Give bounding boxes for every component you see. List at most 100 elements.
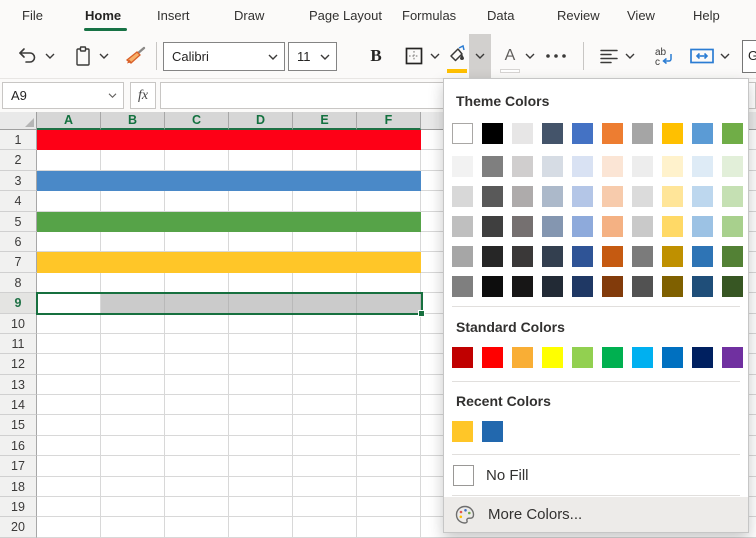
theme-color-swatch[interactable] [542,186,563,207]
cell-A16[interactable] [37,436,101,456]
cell-F8[interactable] [357,273,421,293]
font-name-combobox[interactable]: Calibri [163,42,285,71]
cell-E11[interactable] [293,334,357,354]
more-colors-option[interactable]: More Colors... [444,497,748,532]
theme-color-swatch[interactable] [632,123,653,144]
row-header-16[interactable]: 16 [0,436,37,456]
theme-color-swatch[interactable] [632,156,653,177]
theme-color-swatch[interactable] [452,216,473,237]
cell-C17[interactable] [165,456,229,476]
row-header-8[interactable]: 8 [0,273,37,293]
theme-color-swatch[interactable] [512,276,533,297]
cell-A8[interactable] [37,273,101,293]
column-header-B[interactable]: B [101,112,165,130]
theme-color-swatch[interactable] [662,216,683,237]
row-header-1[interactable]: 1 [0,130,37,150]
standard-color-swatch[interactable] [662,347,683,368]
cell-C9[interactable] [165,293,229,313]
cell-C4[interactable] [165,191,229,211]
cell-B17[interactable] [101,456,165,476]
cell-E15[interactable] [293,415,357,435]
row-header-5[interactable]: 5 [0,212,37,232]
merge-dropdown-chevron[interactable] [717,36,733,76]
theme-color-swatch[interactable] [482,276,503,297]
cell-A4[interactable] [37,191,101,211]
cell-F9[interactable] [357,293,421,313]
theme-color-swatch[interactable] [722,246,743,267]
cell-F20[interactable] [357,517,421,537]
theme-color-swatch[interactable] [572,156,593,177]
row-header-18[interactable]: 18 [0,477,37,497]
name-box[interactable]: A9 [2,82,124,109]
cell-E19[interactable] [293,497,357,517]
cell-E16[interactable] [293,436,357,456]
theme-color-swatch[interactable] [632,216,653,237]
theme-color-swatch[interactable] [572,276,593,297]
cell-D12[interactable] [229,354,293,374]
tab-insert[interactable]: Insert [157,8,190,23]
cell-C12[interactable] [165,354,229,374]
tab-file[interactable]: File [22,8,43,23]
theme-color-swatch[interactable] [692,216,713,237]
standard-color-swatch[interactable] [572,347,593,368]
cell-D17[interactable] [229,456,293,476]
theme-color-swatch[interactable] [602,276,623,297]
cell-F2[interactable] [357,150,421,170]
cell-A20[interactable] [37,517,101,537]
theme-color-swatch[interactable] [542,276,563,297]
theme-color-swatch[interactable] [722,276,743,297]
tab-home[interactable]: Home [85,8,121,23]
theme-color-swatch[interactable] [662,186,683,207]
row-header-15[interactable]: 15 [0,415,37,435]
cell-C19[interactable] [165,497,229,517]
theme-color-swatch[interactable] [512,123,533,144]
cell-D2[interactable] [229,150,293,170]
cell-C8[interactable] [165,273,229,293]
cell-B1[interactable] [101,130,165,150]
undo-dropdown-chevron[interactable] [42,36,58,76]
standard-color-swatch[interactable] [482,347,503,368]
theme-color-swatch[interactable] [692,156,713,177]
cell-D3[interactable] [229,171,293,191]
fill-handle[interactable] [418,310,425,317]
cell-C13[interactable] [165,375,229,395]
cell-F15[interactable] [357,415,421,435]
cell-A13[interactable] [37,375,101,395]
row-header-6[interactable]: 6 [0,232,37,252]
insert-function-button[interactable]: fx [130,82,156,109]
cell-F5[interactable] [357,212,421,232]
theme-color-swatch[interactable] [542,216,563,237]
cell-D4[interactable] [229,191,293,211]
theme-color-swatch[interactable] [482,156,503,177]
cell-D10[interactable] [229,314,293,334]
theme-color-swatch[interactable] [632,186,653,207]
theme-color-swatch[interactable] [452,156,473,177]
theme-color-swatch[interactable] [692,246,713,267]
font-color-button[interactable]: A [498,36,522,76]
cell-C15[interactable] [165,415,229,435]
borders-dropdown-chevron[interactable] [427,36,443,76]
theme-color-swatch[interactable] [572,216,593,237]
cell-D14[interactable] [229,395,293,415]
alignment-dropdown-chevron[interactable] [622,36,638,76]
cell-A5[interactable] [37,212,101,232]
cell-E20[interactable] [293,517,357,537]
cell-C1[interactable] [165,130,229,150]
standard-color-swatch[interactable] [452,347,473,368]
row-header-10[interactable]: 10 [0,314,37,334]
cell-E9[interactable] [293,293,357,313]
cell-C10[interactable] [165,314,229,334]
theme-color-swatch[interactable] [572,246,593,267]
row-header-9[interactable]: 9 [0,293,37,313]
cell-C2[interactable] [165,150,229,170]
cell-E1[interactable] [293,130,357,150]
no-fill-option[interactable]: No Fill [444,458,748,492]
standard-color-swatch[interactable] [512,347,533,368]
cell-B9[interactable] [101,293,165,313]
cell-E13[interactable] [293,375,357,395]
theme-color-swatch[interactable] [722,216,743,237]
cell-E3[interactable] [293,171,357,191]
cell-C14[interactable] [165,395,229,415]
alignment-button[interactable] [596,36,622,76]
cell-E10[interactable] [293,314,357,334]
